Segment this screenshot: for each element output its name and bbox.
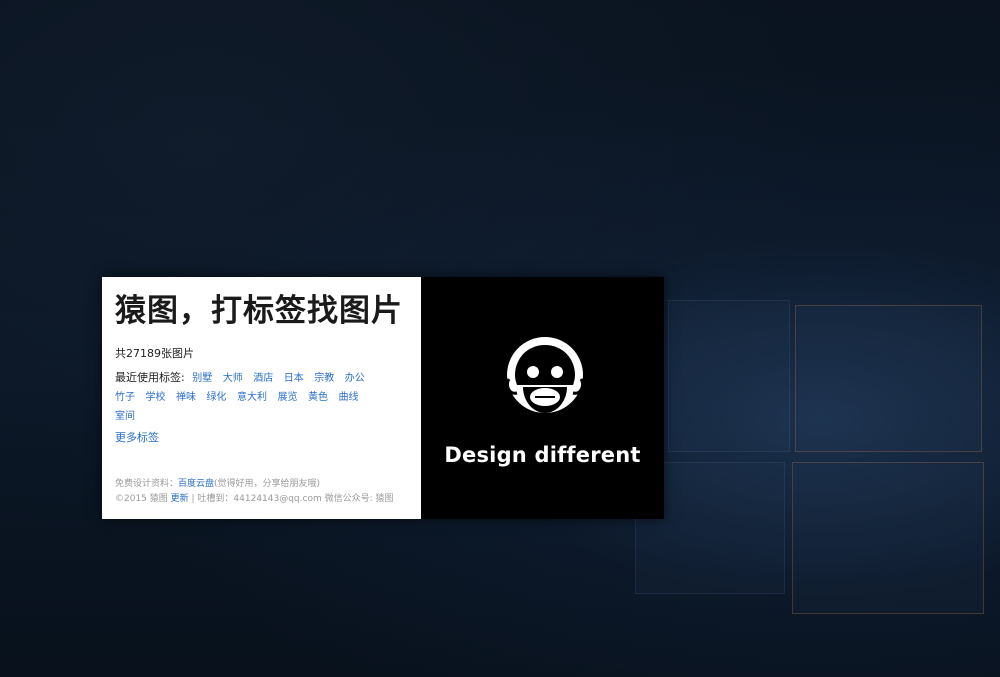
tag-link[interactable]: 意大利 xyxy=(237,392,267,403)
tag-link[interactable]: 日本 xyxy=(284,373,304,384)
brand-slogan: Design different xyxy=(444,443,641,467)
intro-card: 猿图，打标签找图片 共27189张图片 最近使用标签: 别墅 大师 酒店 日本 … xyxy=(102,277,664,519)
tag-link[interactable]: 禅味 xyxy=(176,392,196,403)
tag-link[interactable]: 展览 xyxy=(278,392,298,403)
tag-link[interactable]: 室间 xyxy=(115,411,135,422)
tag-link[interactable]: 大师 xyxy=(223,373,243,384)
wallpaper-pane xyxy=(792,462,984,614)
copyright-text: ©2015 猿图 xyxy=(115,494,171,504)
tag-link[interactable]: 办公 xyxy=(345,373,365,384)
tag-link[interactable]: 酒店 xyxy=(253,373,273,384)
contact-text: | 吐槽到：44124143@qq.com 微信公众号: 猿图 xyxy=(188,494,394,504)
tag-link[interactable]: 绿化 xyxy=(207,392,227,403)
page-title: 猿图，打标签找图片 xyxy=(115,293,403,329)
footer-line-resources: 免费设计资料：百度云盘(觉得好用，分享给朋友哦) xyxy=(115,477,393,492)
recent-tags-label: 最近使用标签: xyxy=(115,371,185,384)
monkey-face-icon xyxy=(505,337,585,413)
more-tags-link[interactable]: 更多标签 xyxy=(115,429,411,445)
tag-link[interactable]: 黄色 xyxy=(308,392,328,403)
wallpaper-pane xyxy=(795,305,982,452)
footer-resources-label: 免费设计资料： xyxy=(115,479,179,489)
brand-panel: Design different xyxy=(421,277,664,519)
footer: 免费设计资料：百度云盘(觉得好用，分享给朋友哦) ©2015 猿图 更新 | 吐… xyxy=(115,477,393,507)
tag-link[interactable]: 别墅 xyxy=(192,373,212,384)
baidu-pan-link[interactable]: 百度云盘 xyxy=(178,479,214,489)
wallpaper-pane xyxy=(668,300,790,452)
footer-line-copyright: ©2015 猿图 更新 | 吐槽到：44124143@qq.com 微信公众号:… xyxy=(115,492,393,507)
tag-link[interactable]: 曲线 xyxy=(339,392,359,403)
update-link[interactable]: 更新 xyxy=(171,494,189,504)
tag-link[interactable]: 竹子 xyxy=(115,392,135,403)
footer-resources-note: (觉得好用，分享给朋友哦) xyxy=(214,479,321,489)
image-count: 共27189张图片 xyxy=(115,347,194,360)
recent-tags: 最近使用标签: 别墅 大师 酒店 日本 宗教 办公 竹子 学校 禅味 绿化 意大… xyxy=(115,369,390,426)
intro-panel: 猿图，打标签找图片 共27189张图片 最近使用标签: 别墅 大师 酒店 日本 … xyxy=(102,277,421,519)
tag-link[interactable]: 宗教 xyxy=(314,373,334,384)
tag-link[interactable]: 学校 xyxy=(146,392,166,403)
